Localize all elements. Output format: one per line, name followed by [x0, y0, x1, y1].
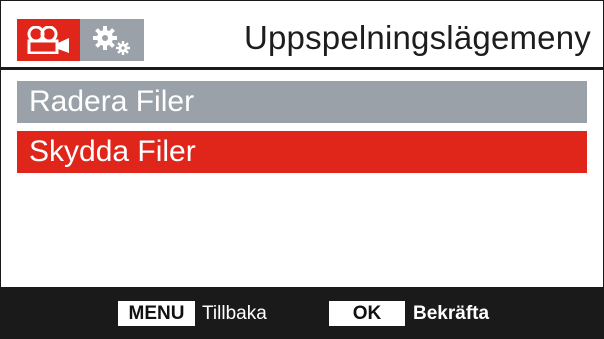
- settings-gears-icon: [93, 26, 130, 55]
- ok-key-badge[interactable]: OK: [329, 301, 405, 326]
- confirm-hint-label: Bekräfta: [413, 302, 490, 324]
- header-divider: [1, 67, 603, 70]
- header: Uppspelningslägemeny: [1, 1, 603, 67]
- page-title: Uppspelningslägemeny: [243, 19, 591, 56]
- footer-hint-bar: MENU Tillbaka OK Bekräfta: [1, 287, 603, 338]
- menu-key-badge[interactable]: MENU: [118, 301, 195, 326]
- video-camera-icon: [27, 26, 69, 54]
- tab-video[interactable]: [17, 19, 80, 61]
- back-hint-label: Tillbaka: [202, 302, 267, 324]
- menu-item-delete-files[interactable]: Radera Filer: [17, 81, 587, 123]
- menu-item-protect-files[interactable]: Skydda Filer: [17, 131, 587, 173]
- playback-menu-list: Radera Filer Skydda Filer: [17, 81, 587, 181]
- playback-menu-screen: Uppspelningslägemeny Radera Filer Skydda…: [0, 0, 604, 339]
- tab-settings[interactable]: [80, 19, 144, 61]
